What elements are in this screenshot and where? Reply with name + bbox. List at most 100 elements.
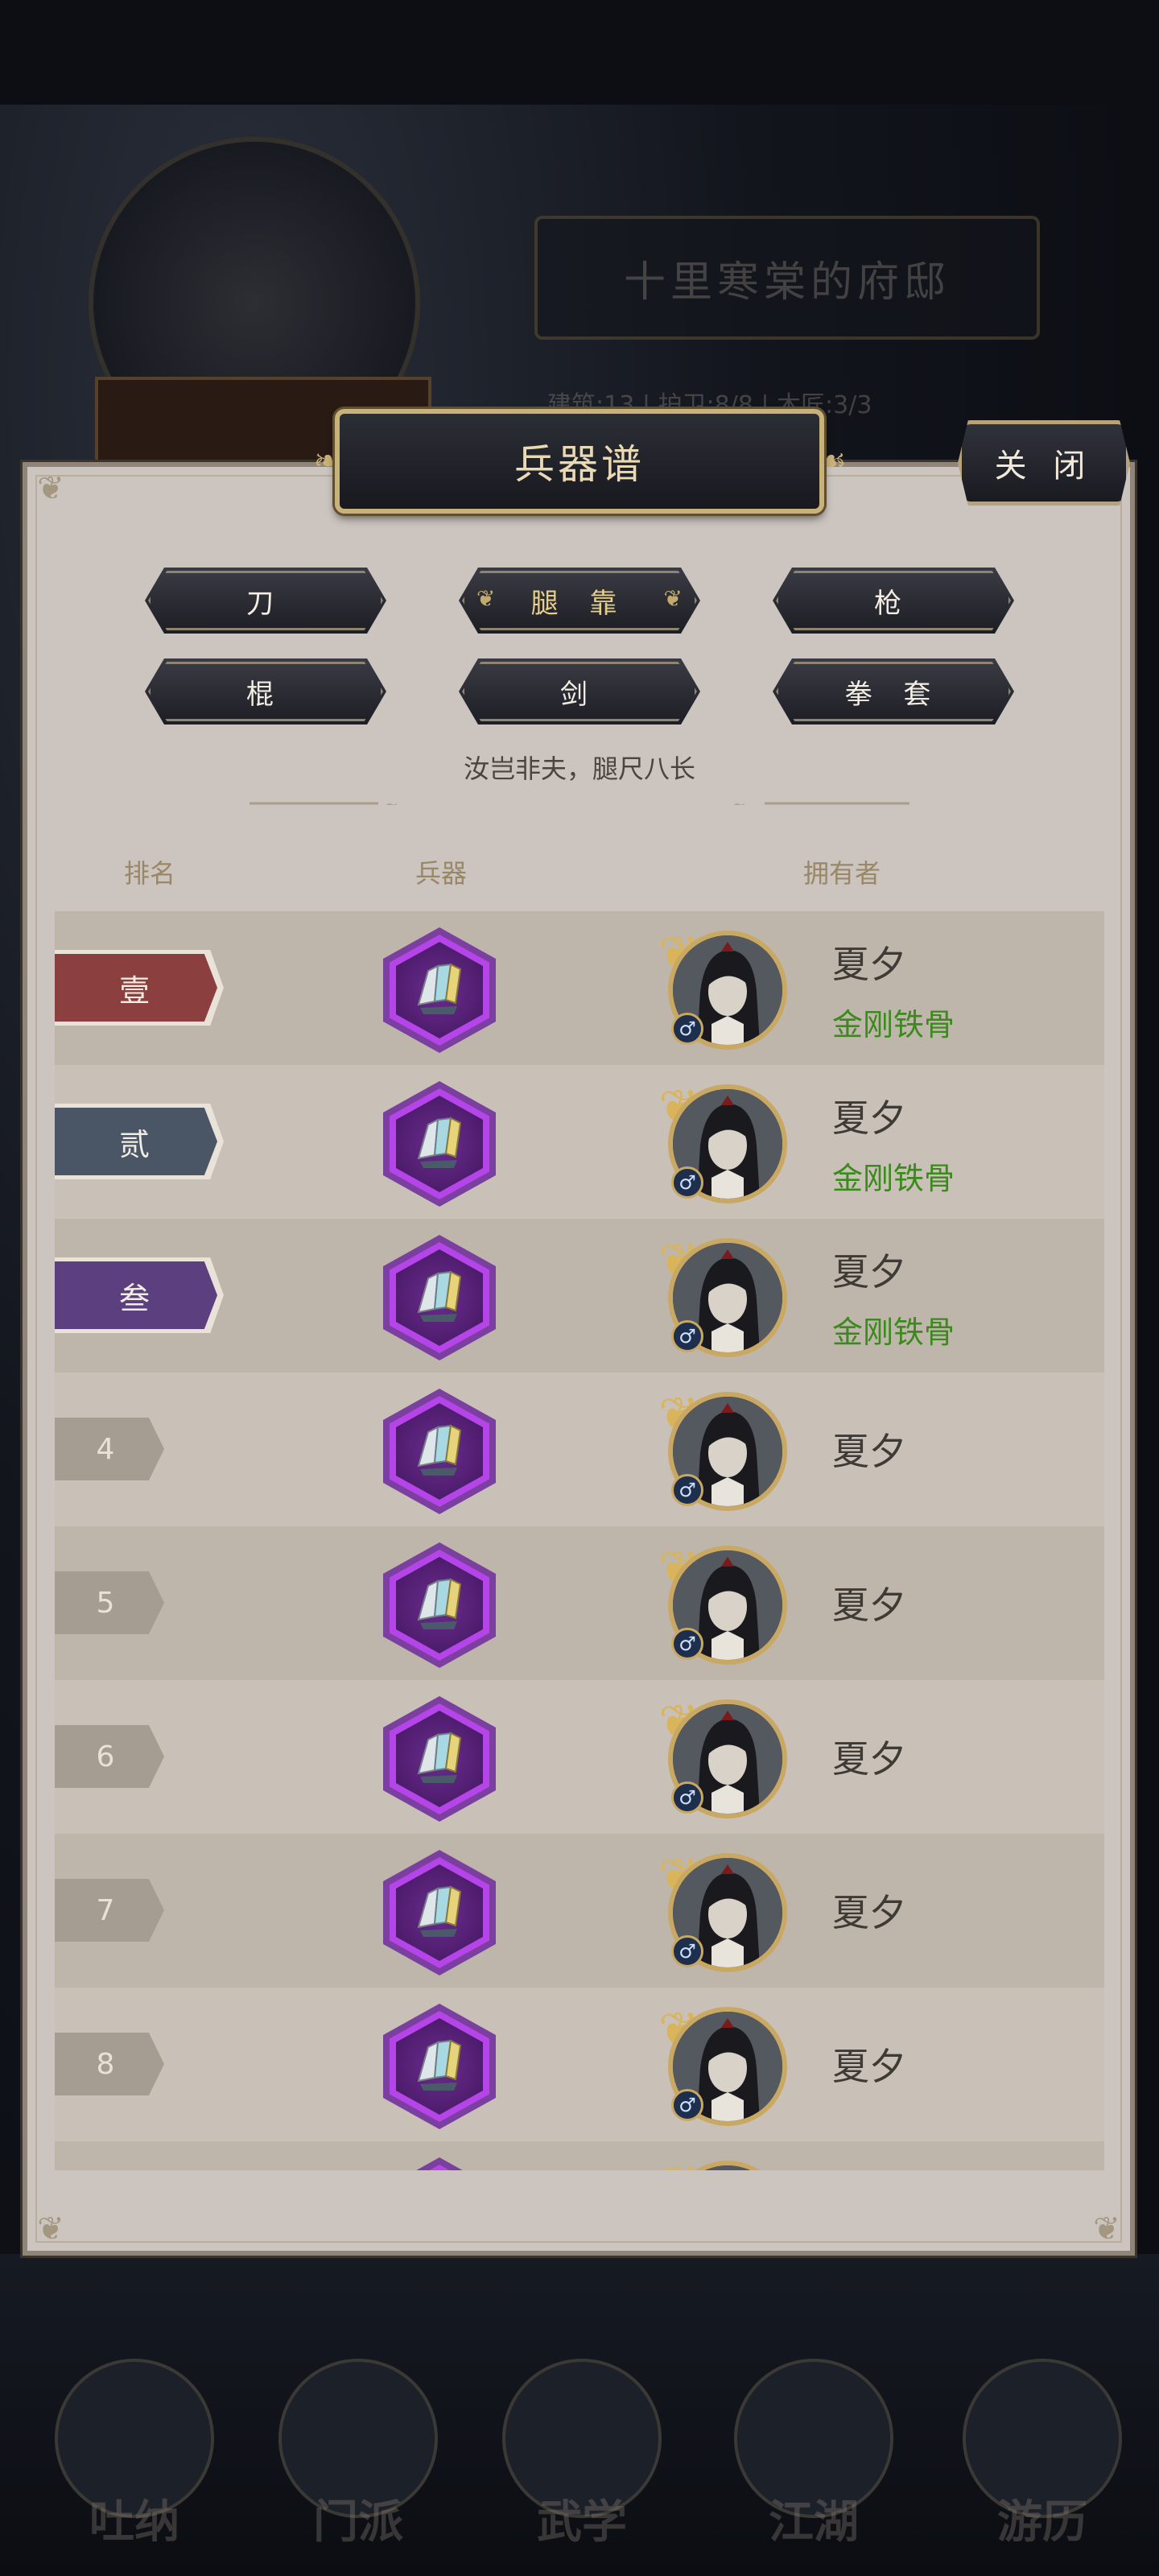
- svg-text:≈: ≈: [732, 802, 746, 805]
- leg-guard-icon: [417, 1117, 462, 1168]
- tab-quantao[interactable]: 拳 套: [773, 658, 1014, 724]
- weapon-slot[interactable]: [383, 927, 496, 1053]
- category-motto: 汝岂非夫，腿尺八长: [463, 753, 695, 784]
- leg-guard-icon: [417, 1424, 462, 1476]
- nav-jianghu: 江湖: [721, 2359, 906, 2576]
- dialog-title-plate: 兵器谱: [335, 409, 824, 514]
- estate-title: 十里寒棠的府邸: [623, 258, 951, 307]
- rank-badge: 贰: [55, 1104, 224, 1179]
- tab-ornament-right-icon: ❦: [663, 585, 683, 612]
- tab-dao[interactable]: 刀: [145, 568, 386, 634]
- ranking-row[interactable]: 6 ❦ ♂ 夏夕: [55, 1680, 1104, 1834]
- ranking-list[interactable]: 壹 ❦ ♂ 夏夕 金刚铁骨 贰 ❦ ♂ 夏夕 金刚铁骨 叁 ❦ ♂ 夏夕 金刚铁…: [55, 911, 1104, 2170]
- rank-badge: 6: [55, 1725, 164, 1788]
- ranking-row[interactable]: 壹 ❦ ♂ 夏夕 金刚铁骨: [55, 911, 1104, 1065]
- weapon-slot[interactable]: [383, 2157, 496, 2170]
- weapon-slot[interactable]: [383, 1081, 496, 1207]
- leg-guard-icon: [417, 1885, 462, 1937]
- tab-label: 刀: [246, 587, 285, 620]
- motto-divider-left: ≈: [250, 802, 398, 805]
- rank-badge: 叁: [55, 1257, 224, 1333]
- owner-avatar[interactable]: ❦ ♂: [658, 1387, 803, 1516]
- ranking-row[interactable]: 5 ❦ ♂ 夏夕: [55, 1526, 1104, 1680]
- column-header-rank: 排名: [124, 858, 176, 889]
- owner-avatar[interactable]: ❦ ♂: [658, 926, 803, 1055]
- estate-title-box: 十里寒棠的府邸: [534, 216, 1040, 340]
- owner-avatar[interactable]: ❦ ♂: [658, 1233, 803, 1362]
- tab-qiang[interactable]: 枪: [773, 568, 1014, 634]
- owner-avatar[interactable]: ❦ ♂: [658, 2002, 803, 2131]
- rank-label: 叁: [118, 1280, 150, 1316]
- weapon-slot[interactable]: [383, 1389, 496, 1514]
- male-symbol-icon: ♂: [671, 1935, 703, 1967]
- tab-label: 枪: [874, 587, 913, 620]
- ranking-row[interactable]: 9 ❦ ♂: [55, 2141, 1104, 2170]
- leg-guard-icon: [417, 963, 462, 1014]
- male-symbol-icon: ♂: [671, 1628, 703, 1660]
- owner-avatar[interactable]: ❦ ♂: [658, 2156, 803, 2170]
- tab-label: 拳 套: [844, 678, 942, 711]
- owner-name: 夏夕: [832, 2045, 906, 2088]
- leg-guard-icon: [417, 1578, 462, 1629]
- tab-tuikao[interactable]: ❦ 腿 靠 ❦: [459, 568, 700, 634]
- owner-name: 夏夕: [832, 1583, 906, 1627]
- owner-name: 夏夕: [832, 1737, 906, 1781]
- rank-badge: 4: [55, 1418, 164, 1480]
- ranking-row[interactable]: 8 ❦ ♂ 夏夕: [55, 1988, 1104, 2141]
- owner-name: 夏夕: [832, 1891, 906, 1934]
- weapon-slot[interactable]: [383, 1696, 496, 1822]
- close-button[interactable]: 关 闭: [958, 420, 1130, 506]
- owner-avatar[interactable]: ❦ ♂: [658, 1848, 803, 1977]
- ranking-row[interactable]: 7 ❦ ♂ 夏夕: [55, 1834, 1104, 1988]
- leg-guard-icon: [417, 1732, 462, 1783]
- weapon-slot[interactable]: [383, 1850, 496, 1975]
- weapon-slot[interactable]: [383, 1542, 496, 1668]
- weapon-slot[interactable]: [383, 1235, 496, 1360]
- avatar-wing-ornament-icon: ❦: [658, 2156, 699, 2170]
- ranking-row[interactable]: 叁 ❦ ♂ 夏夕 金刚铁骨: [55, 1219, 1104, 1373]
- svg-text:≈: ≈: [385, 802, 398, 805]
- tab-ornament-left-icon: ❦: [476, 585, 496, 612]
- rank-badge: 5: [55, 1571, 164, 1634]
- owner-avatar[interactable]: ❦ ♂: [658, 1541, 803, 1670]
- owner-name: 夏夕: [832, 1250, 906, 1294]
- owner-title: 金刚铁骨: [832, 1007, 955, 1042]
- motto-divider-right: ≈: [732, 802, 909, 805]
- tab-gun[interactable]: 棍: [145, 658, 386, 724]
- rank-label: 壹: [118, 972, 150, 1009]
- nav-youli: 游历: [950, 2359, 1135, 2576]
- tab-label: 腿 靠: [530, 587, 629, 620]
- corner-ornament-icon: ❦: [37, 470, 64, 507]
- male-symbol-icon: ♂: [671, 1166, 703, 1199]
- owner-name: 夏夕: [832, 943, 906, 986]
- male-symbol-icon: ♂: [671, 1320, 703, 1352]
- ranking-row[interactable]: 4 ❦ ♂ 夏夕: [55, 1373, 1104, 1526]
- column-header-weapon: 兵器: [415, 858, 468, 889]
- tab-label: 棍: [246, 678, 285, 711]
- rank-badge: 8: [55, 2033, 164, 2095]
- nav-tuna: 吐纳: [42, 2359, 227, 2576]
- rank-label: 贰: [118, 1126, 150, 1162]
- male-symbol-icon: ♂: [671, 1781, 703, 1814]
- corner-ornament-icon: ❦: [1093, 2211, 1120, 2248]
- male-symbol-icon: ♂: [671, 1013, 703, 1045]
- column-header-owner: 拥有者: [803, 858, 881, 889]
- male-symbol-icon: ♂: [671, 2089, 703, 2121]
- owner-title: 金刚铁骨: [832, 1315, 955, 1350]
- ranking-row[interactable]: 贰 ❦ ♂ 夏夕 金刚铁骨: [55, 1065, 1104, 1219]
- owner-avatar[interactable]: ❦ ♂: [658, 1080, 803, 1208]
- nav-wuxue: 武学: [489, 2359, 674, 2576]
- nav-menpai: 门派: [266, 2359, 451, 2576]
- tab-jian[interactable]: 剑: [459, 658, 700, 724]
- leg-guard-icon: [417, 2039, 462, 2091]
- dialog-title: 兵器谱: [514, 441, 645, 488]
- owner-name: 夏夕: [832, 1096, 906, 1140]
- weapon-slot[interactable]: [383, 2004, 496, 2129]
- tab-label: 剑: [560, 678, 599, 711]
- owner-name: 夏夕: [832, 1430, 906, 1473]
- rank-badge: 壹: [55, 950, 224, 1026]
- corner-ornament-icon: ❦: [37, 2211, 64, 2248]
- owner-title: 金刚铁骨: [832, 1161, 955, 1196]
- owner-avatar[interactable]: ❦ ♂: [658, 1695, 803, 1823]
- male-symbol-icon: ♂: [671, 1474, 703, 1506]
